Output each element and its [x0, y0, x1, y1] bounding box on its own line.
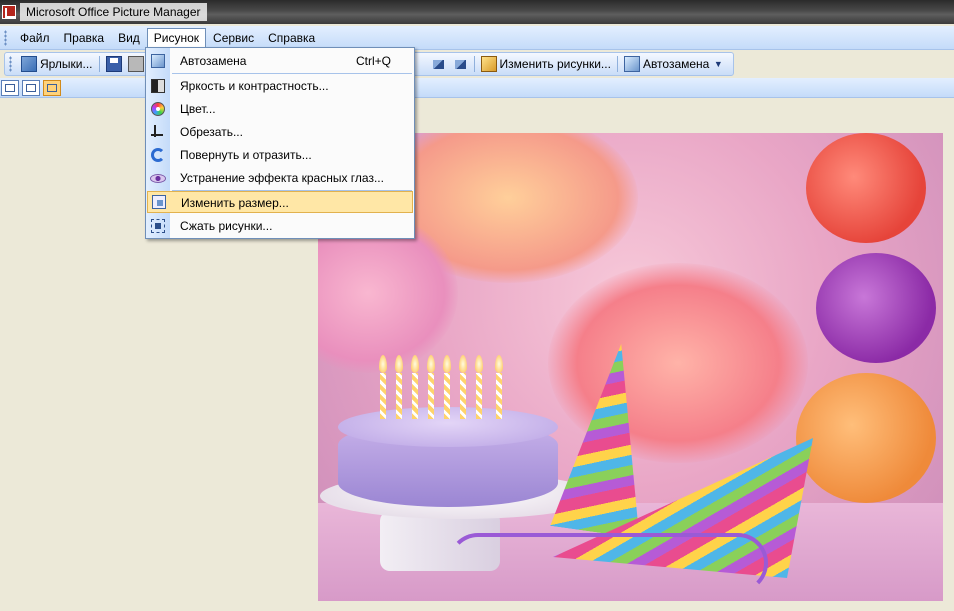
menu-file[interactable]: Файл: [13, 28, 57, 48]
auto-correct-label: Автозамена: [642, 57, 710, 71]
toolbar-separator: [98, 56, 100, 72]
menu-item-label: Устранение эффекта красных глаз...: [180, 171, 384, 185]
photo-ribbon: [448, 533, 768, 593]
menu-item-crop[interactable]: Обрезать...: [147, 121, 413, 143]
menu-item-label: Обрезать...: [180, 125, 243, 139]
shortcuts-button[interactable]: Ярлыки...: [18, 54, 96, 74]
auto-correct-button[interactable]: Автозамена: [621, 54, 712, 74]
compress-icon: [151, 219, 165, 233]
resize-icon: [152, 195, 166, 209]
photo-candle: [460, 373, 466, 419]
red-eye-icon: [150, 173, 166, 183]
photo-candle: [412, 373, 418, 419]
picture-menu-dropdown: Автозамена Ctrl+Q Яркость и контрастност…: [145, 47, 415, 239]
print-icon: [127, 56, 144, 72]
rotate-left-icon: [430, 56, 446, 72]
menu-tools[interactable]: Сервис: [206, 28, 261, 48]
menu-item-label: Повернуть и отразить...: [180, 148, 312, 162]
toolbar-grip-handle[interactable]: [9, 56, 12, 72]
crop-icon: [151, 125, 165, 139]
photo-flame: [459, 355, 467, 373]
rotate-right-button[interactable]: [449, 54, 471, 74]
photo-flame: [411, 355, 419, 373]
photo-candle: [428, 373, 434, 419]
photo-lantern-purple: [816, 253, 936, 363]
single-picture-view-icon: [47, 83, 57, 92]
toolbar-separator: [473, 56, 475, 72]
menu-picture[interactable]: Рисунок: [146, 27, 207, 48]
brightness-icon: [151, 79, 165, 93]
menubar-grip-handle[interactable]: [4, 29, 7, 46]
menu-item-label: Сжать рисунки...: [180, 219, 273, 233]
rotate-left-button[interactable]: [427, 54, 449, 74]
menu-item-shortcut: Ctrl+Q: [355, 54, 391, 68]
photo-candle: [396, 373, 402, 419]
filmstrip-view-button[interactable]: [22, 79, 40, 96]
rotate-right-icon: [452, 56, 468, 72]
shortcuts-button-label: Ярлыки...: [40, 57, 93, 71]
edit-pictures-label: Изменить рисунки...: [499, 57, 611, 71]
menu-item-auto-correct[interactable]: Автозамена Ctrl+Q: [147, 50, 413, 72]
photo-flame: [427, 355, 435, 373]
standard-toolbar: Ярлыки... Изменить рисунки... Автозамена…: [0, 52, 954, 76]
auto-correct-icon: [623, 56, 640, 72]
menu-item-compress[interactable]: Сжать рисунки...: [147, 215, 413, 237]
title-bar: Microsoft Office Picture Manager: [0, 0, 954, 24]
menu-item-rotate-flip[interactable]: Повернуть и отразить...: [147, 144, 413, 166]
save-icon: [105, 56, 122, 72]
menu-item-color[interactable]: Цвет...: [147, 98, 413, 120]
photo-candle: [476, 373, 482, 419]
menu-view[interactable]: Вид: [111, 28, 147, 48]
photo-candle: [496, 373, 502, 419]
menu-bar: Файл Правка Вид Рисунок Сервис Справка: [0, 26, 954, 50]
menu-item-resize[interactable]: Изменить размер...: [147, 191, 413, 213]
menu-edit[interactable]: Правка: [57, 28, 112, 48]
photo-flame: [379, 355, 387, 373]
menu-item-label: Цвет...: [180, 102, 216, 116]
single-picture-view-button[interactable]: [43, 79, 61, 96]
window-title: Microsoft Office Picture Manager: [20, 3, 207, 21]
edit-pictures-button[interactable]: Изменить рисунки...: [478, 54, 614, 74]
photo-flame: [395, 355, 403, 373]
auto-correct-icon: [151, 54, 165, 68]
color-wheel-icon: [151, 102, 165, 116]
rotate-icon: [151, 148, 165, 162]
thumbnail-view-icon: [5, 83, 15, 92]
photo-lantern-orange: [796, 373, 936, 503]
picture-manager-app-icon[interactable]: [2, 5, 16, 19]
print-button[interactable]: [125, 54, 147, 74]
menu-item-label: Автозамена: [180, 54, 247, 68]
photo-flame: [495, 355, 503, 373]
photo-flame: [475, 355, 483, 373]
menu-item-label: Яркость и контрастность...: [180, 79, 329, 93]
menu-separator: [172, 73, 412, 74]
toolbar-separator: [616, 56, 618, 72]
photo-candle: [380, 373, 386, 419]
menu-item-red-eye[interactable]: Устранение эффекта красных глаз...: [147, 167, 413, 189]
toolbar-overflow-chevron-icon[interactable]: ▼: [712, 54, 724, 74]
save-button[interactable]: [103, 54, 125, 74]
thumbnail-view-button[interactable]: [1, 79, 19, 96]
photo-flame: [443, 355, 451, 373]
menu-item-brightness-contrast[interactable]: Яркость и контрастность...: [147, 75, 413, 97]
menu-help[interactable]: Справка: [261, 28, 322, 48]
photo-lantern-red: [806, 133, 926, 243]
photo-candle: [444, 373, 450, 419]
shortcuts-icon: [21, 56, 37, 72]
view-toolbar: [0, 78, 954, 98]
menu-item-label: Изменить размер...: [181, 196, 289, 210]
filmstrip-view-icon: [26, 83, 36, 92]
edit-pictures-icon: [480, 56, 497, 72]
